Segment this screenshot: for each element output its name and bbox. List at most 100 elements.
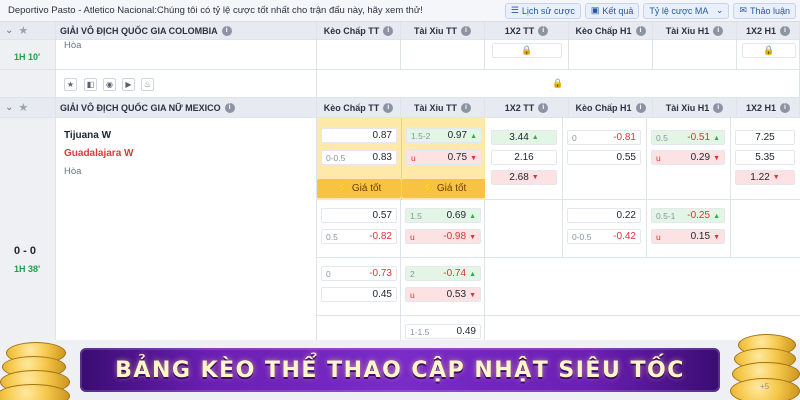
col-header: Tài Xỉu TT i: [401, 22, 485, 40]
info-icon[interactable]: i: [461, 25, 471, 36]
odds-cell: 0.5 -0.51 ▲ u 0.29 ▼: [647, 118, 731, 200]
info-icon[interactable]: i: [461, 102, 471, 113]
info-icon[interactable]: i: [713, 102, 724, 113]
live-view-icon[interactable]: ◉: [103, 78, 116, 91]
collapse-icon[interactable]: ⌄: [5, 25, 13, 36]
lock-icon: 🔒: [763, 45, 775, 55]
odd-button[interactable]: 2.16: [491, 150, 557, 165]
col-header: Tài Xỉu H1 i: [653, 98, 737, 118]
results-button[interactable]: ▣ Kết quả: [584, 2, 640, 19]
league-name: GIẢI VÔ ĐỊCH QUỐC GIA NỮ MEXICO i: [56, 98, 317, 118]
col-header: 1X2 TT i: [485, 22, 569, 40]
odd-button[interactable]: 0.57: [321, 208, 397, 223]
arrow-down-icon: ▼: [531, 174, 539, 181]
arrow-down-icon: ▼: [469, 292, 476, 299]
odds-cell: [401, 40, 485, 70]
chat-icon: ✉: [739, 5, 747, 15]
odd-button[interactable]: 1-1.5 0.49: [405, 324, 481, 339]
discuss-button[interactable]: ✉ Thảo luận: [733, 2, 796, 19]
star-icon[interactable]: ★: [64, 78, 77, 91]
odd-button[interactable]: 0 -0.73: [321, 266, 397, 281]
banner-title: BẢNG KÈO THỂ THAO CẬP NHẬT SIÊU TỐC: [115, 357, 685, 383]
odds-cell: 7.25 5.35 1.22 ▼: [731, 118, 800, 200]
league-controls: ⌄ ★: [0, 22, 56, 40]
col-header: 1X2 H1 i: [737, 22, 800, 40]
history-icon: ☰: [510, 5, 519, 15]
odds-type-dropdown[interactable]: Tỷ lệ cược MA ⌄: [643, 2, 730, 19]
odd-button[interactable]: 5.35: [735, 150, 795, 165]
odd-button[interactable]: 1.5 0.69 ▲: [405, 208, 481, 223]
info-icon[interactable]: i: [635, 25, 646, 36]
lock-icon: 🔒: [552, 78, 564, 88]
col-header: Tài Xỉu H1 i: [653, 22, 737, 40]
history-button[interactable]: ☰ Lịch sử cược: [504, 2, 581, 19]
arrow-down-icon: ▼: [470, 155, 477, 162]
tools-cell: ★ ◧ ◉ ▶ ♨: [56, 70, 317, 98]
screen: Deportivo Pasto - Atletico Nacional:Chún…: [0, 0, 800, 400]
odd-button[interactable]: 0.22: [567, 208, 641, 223]
favorite-star-icon[interactable]: ★: [18, 101, 28, 114]
odds-cell: 🔒: [737, 40, 800, 70]
odd-button[interactable]: 2.68 ▼: [491, 170, 557, 185]
best-price-button[interactable]: ⚡ Giá tốt: [402, 179, 486, 198]
info-icon[interactable]: i: [538, 102, 549, 113]
odd-button[interactable]: 7.25: [735, 130, 795, 145]
info-icon[interactable]: i: [383, 102, 394, 113]
odd-button[interactable]: 0-0.5 -0.42: [567, 229, 641, 244]
lightning-icon: ⚡: [336, 183, 350, 194]
odd-button[interactable]: 0.45: [321, 287, 397, 302]
home-team[interactable]: Tijuana W: [64, 130, 111, 141]
odd-button[interactable]: u 0.15 ▼: [651, 229, 725, 244]
odds-cell: [317, 40, 401, 70]
info-icon[interactable]: i: [538, 25, 549, 36]
odd-button[interactable]: 0.5 -0.82: [321, 229, 397, 244]
info-icon[interactable]: i: [635, 102, 646, 113]
info-icon[interactable]: i: [224, 102, 235, 113]
odds-cell: 0 -0.73 0.45: [317, 258, 401, 316]
video-icon[interactable]: ▶: [122, 78, 135, 91]
odd-button[interactable]: 0.55: [567, 150, 641, 165]
teams-cell: Tijuana W Guadalajara W Hòa: [56, 118, 317, 340]
col-header: 1X2 TT i: [485, 98, 569, 118]
odds-cell: [485, 258, 800, 316]
match-status: 0 - 0 1H 38': [0, 118, 56, 340]
col-header: Tài Xỉu TT i: [401, 98, 485, 118]
info-icon[interactable]: i: [713, 25, 724, 36]
spacer: [0, 70, 56, 98]
stats-icon[interactable]: ◧: [84, 78, 97, 91]
col-header: 1X2 H1 i: [737, 98, 800, 118]
draw-label: Hòa: [64, 40, 82, 51]
league-header-colombia: ⌄ ★ GIẢI VÔ ĐỊCH QUỐC GIA COLOMBIA i Kèo C…: [0, 22, 800, 40]
odd-button[interactable]: 0.5 -0.51 ▲: [651, 130, 725, 145]
match-time: 1H 10': [14, 52, 41, 62]
odds-cell: 🔒: [485, 40, 569, 70]
info-icon[interactable]: i: [780, 102, 791, 113]
odd-button[interactable]: 0.5-1 -0.25 ▲: [651, 208, 725, 223]
hot-icon[interactable]: ♨: [141, 78, 154, 91]
odd-button[interactable]: 0 -0.81: [567, 130, 641, 145]
odd-button[interactable]: 3.44 ▲: [491, 130, 557, 145]
locked-odds-row: 🔒: [317, 70, 800, 98]
odd-button[interactable]: u 0.53 ▼: [405, 287, 481, 302]
arrow-up-icon: ▲: [469, 213, 476, 220]
best-price-button[interactable]: ⚡ Giá tốt: [317, 179, 401, 198]
hot-cell: 0.87 0-0.5 0.83 ⚡ Giá tốt: [317, 118, 401, 200]
odd-button[interactable]: 1.22 ▼: [735, 170, 795, 185]
odd-button[interactable]: u -0.98 ▼: [405, 229, 481, 244]
odd-button[interactable]: 2 -0.74 ▲: [405, 266, 481, 281]
col-header: Kèo Chấp H1 i: [569, 22, 653, 40]
odd-button[interactable]: 1.5-2 0.97 ▲: [406, 128, 482, 143]
promo-banner: BẢNG KÈO THỂ THAO CẬP NHẬT SIÊU TỐC +5: [0, 334, 800, 400]
lock-icon: 🔒: [521, 45, 533, 55]
odd-button[interactable]: u 0.29 ▼: [651, 150, 725, 165]
info-icon[interactable]: i: [221, 25, 232, 36]
odd-button[interactable]: 0-0.5 0.83: [321, 150, 397, 165]
collapse-icon[interactable]: ⌄: [5, 102, 13, 113]
odd-button[interactable]: u 0.75 ▼: [406, 150, 482, 165]
info-icon[interactable]: i: [383, 25, 394, 36]
locked-odd: 🔒: [742, 43, 796, 58]
favorite-star-icon[interactable]: ★: [18, 24, 28, 37]
info-icon[interactable]: i: [780, 25, 791, 36]
odd-button[interactable]: 0.87: [321, 128, 397, 143]
away-team[interactable]: Guadalajara W: [64, 148, 133, 159]
